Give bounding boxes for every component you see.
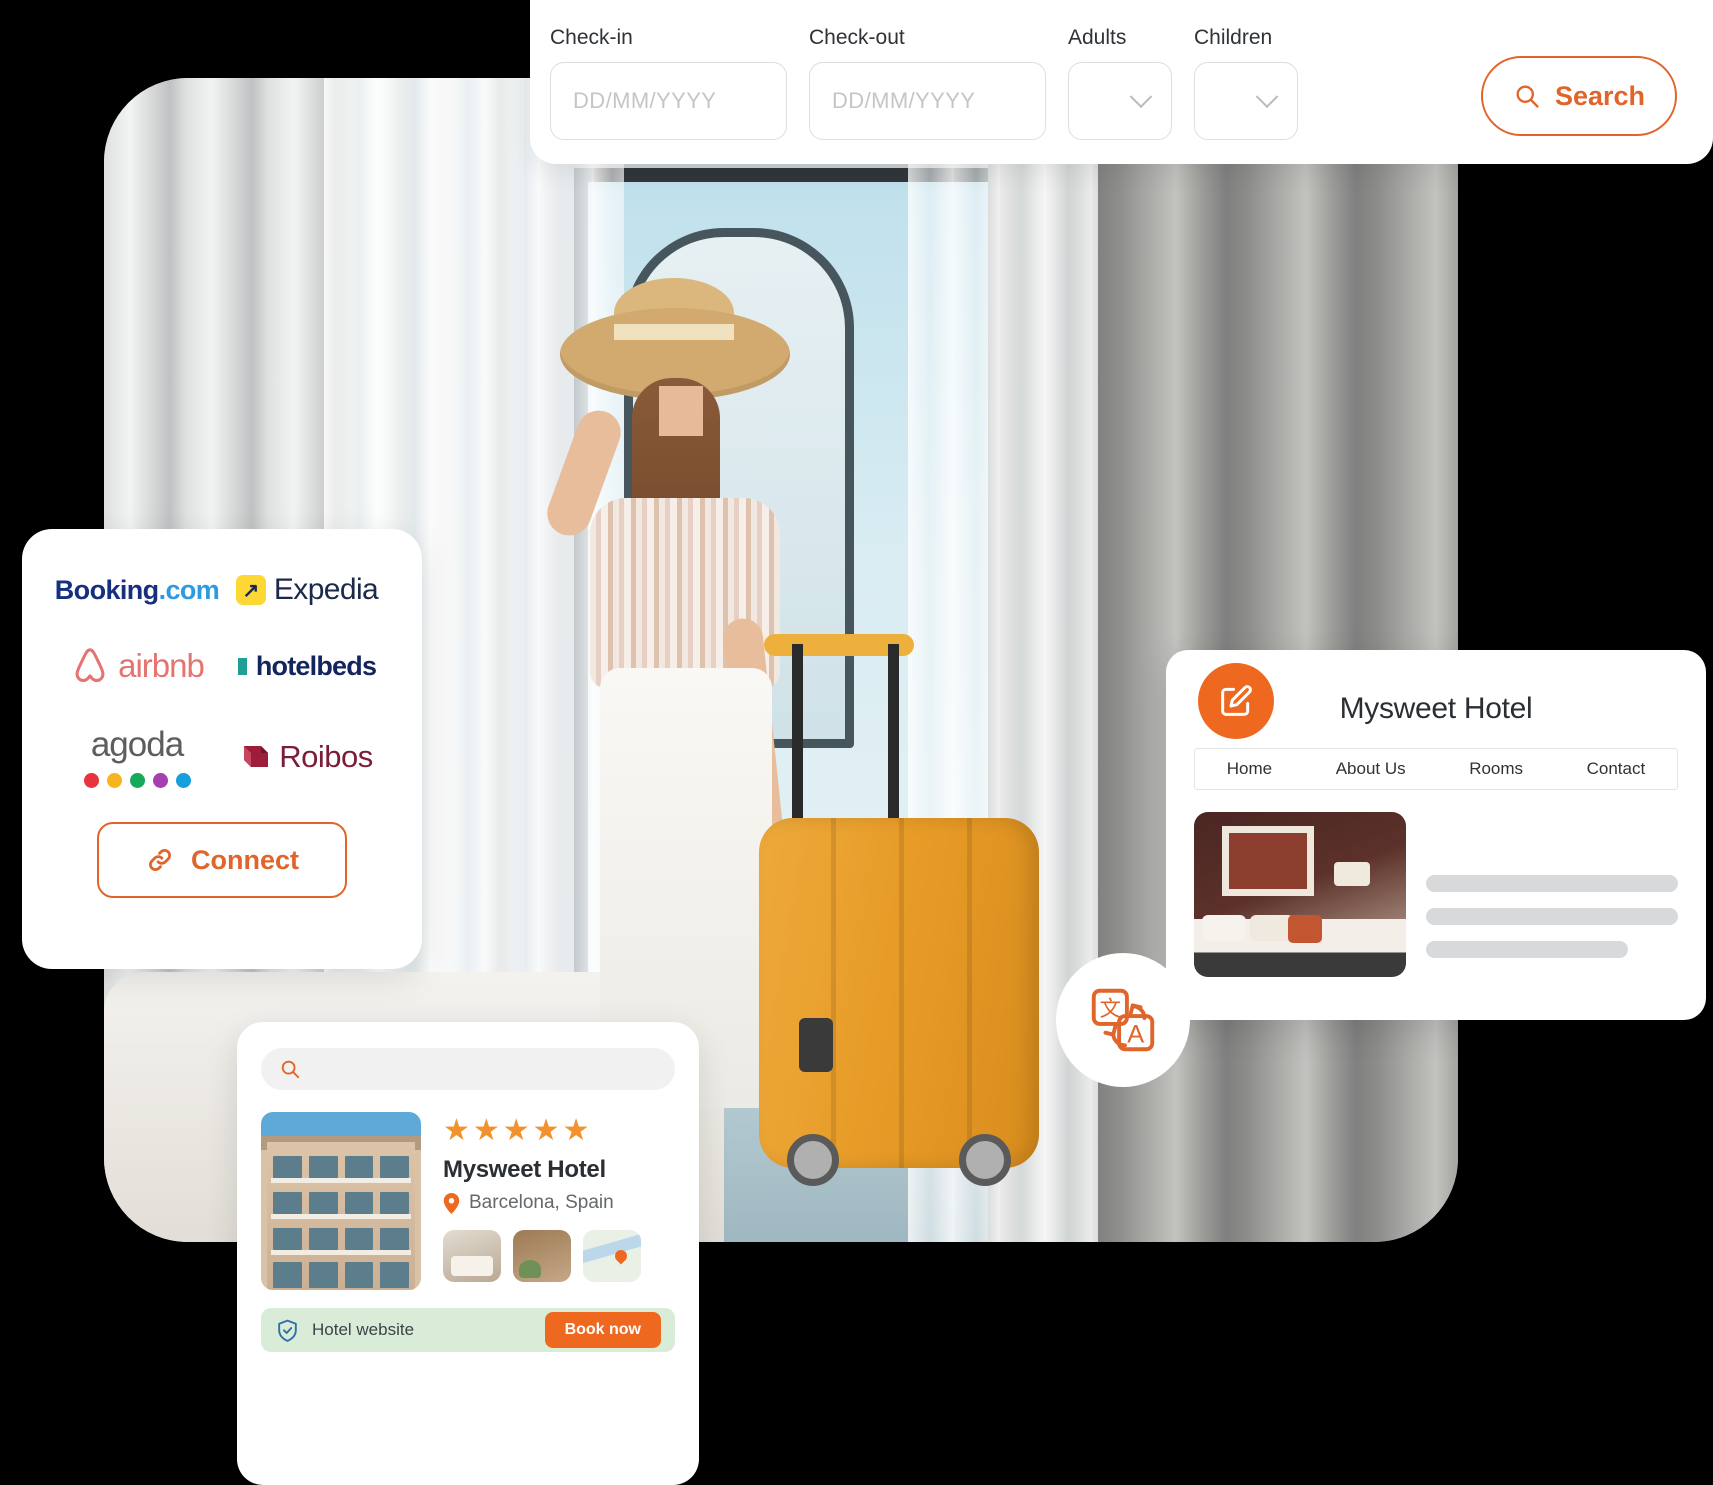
suitcase-wheel [959, 1134, 1011, 1186]
placeholder-line [1426, 908, 1678, 925]
magnifier-icon [1516, 85, 1539, 108]
search-button[interactable]: Search [1481, 56, 1677, 136]
room-thumbnail[interactable] [443, 1230, 501, 1282]
suitcase-handle-right [888, 644, 899, 834]
magnifier-icon [281, 1060, 300, 1079]
arrow-up-right-icon: ↗ [235, 575, 266, 605]
hotel-info: ★★★★★ Mysweet Hotel Barcelona, Spain [443, 1112, 675, 1290]
logo-booking-com[interactable]: Booking.com [54, 574, 220, 606]
suitcase-lock [799, 1018, 833, 1072]
chevron-down-icon [1255, 85, 1279, 109]
nav-item-home[interactable]: Home [1227, 759, 1272, 779]
connect-button[interactable]: Connect [97, 822, 347, 898]
checkout-input[interactable]: DD/MM/YYYY [809, 62, 1046, 140]
yellow-suitcase [759, 818, 1039, 1186]
placeholder-line [1426, 941, 1628, 958]
search-button-label: Search [1554, 80, 1646, 111]
checkout-field-group: Check-out DD/MM/YYYY [809, 26, 1046, 140]
website-room-image [1194, 812, 1406, 977]
logo-roibos[interactable]: Roibos [241, 739, 373, 775]
hotelbeds-logo-text: hotelbeds [255, 650, 377, 681]
ota-channels-panel: Booking.com ↗ Expedia airbnb hotelbeds a… [22, 529, 422, 969]
website-nav: Home About Us Rooms Contact [1194, 748, 1678, 790]
map-thumbnail[interactable] [583, 1230, 641, 1282]
children-select[interactable] [1194, 62, 1298, 140]
connect-button-label: Connect [191, 844, 299, 875]
link-chain-icon [149, 849, 171, 871]
cushion [1288, 915, 1322, 943]
courtyard-thumbnail[interactable] [513, 1230, 571, 1282]
svg-text:A: A [1127, 1020, 1144, 1048]
website-body [1194, 812, 1678, 977]
adults-label: Adults [1068, 26, 1127, 49]
hotel-location-text: Barcelona, Spain [469, 1192, 614, 1213]
checkin-label: Check-in [550, 26, 633, 49]
book-now-button[interactable]: Book now [544, 1312, 661, 1348]
airbnb-logo-text: airbnb [118, 647, 205, 684]
booking-logo-part1: Booking [54, 574, 159, 605]
logo-agoda[interactable]: agoda [83, 725, 191, 788]
booking-bar: Hotel website Book now [261, 1308, 675, 1352]
translate-icon: 文 A [1091, 988, 1155, 1052]
pillow [1202, 915, 1246, 941]
ota-logo-grid: Booking.com ↗ Expedia airbnb hotelbeds a… [52, 573, 392, 788]
logo-expedia[interactable]: ↗ Expedia [235, 573, 379, 607]
neck [659, 386, 703, 436]
chevron-down-icon [1129, 85, 1153, 109]
result-search-input[interactable] [261, 1048, 675, 1090]
booking-search-bar: Check-in DD/MM/YYYY Check-out DD/MM/YYYY… [530, 0, 1713, 164]
nav-item-contact[interactable]: Contact [1587, 759, 1646, 779]
screenshot-root: Check-in DD/MM/YYYY Check-out DD/MM/YYYY… [0, 0, 1713, 1485]
children-label: Children [1194, 26, 1273, 49]
logo-airbnb[interactable]: airbnb [70, 645, 205, 687]
roibos-mark-icon [244, 745, 269, 767]
hotel-name: Mysweet Hotel [443, 1156, 606, 1183]
map-pin-icon [443, 1192, 460, 1214]
hat-band [614, 324, 734, 340]
checkin-field-group: Check-in DD/MM/YYYY [550, 26, 787, 140]
agoda-dots-icon [83, 773, 191, 788]
hotel-location: Barcelona, Spain [443, 1192, 675, 1214]
checkin-input[interactable]: DD/MM/YYYY [550, 62, 787, 140]
placeholder-line [1426, 875, 1678, 892]
svg-text:文: 文 [1100, 997, 1121, 1022]
translate-button[interactable]: 文 A [1056, 953, 1190, 1087]
hotel-thumbnails [443, 1230, 675, 1282]
lamp [1334, 862, 1370, 886]
suitcase-wheel [787, 1134, 839, 1186]
nav-item-about-us[interactable]: About Us [1336, 759, 1406, 779]
booking-logo-part2: .com [158, 574, 220, 605]
hotelbeds-mark-icon [237, 657, 247, 675]
hotel-result-card: ★★★★★ Mysweet Hotel Barcelona, Spain Hot… [237, 1022, 699, 1485]
hotel-main-photo[interactable] [261, 1112, 421, 1290]
rating-stars: ★★★★★ [443, 1114, 593, 1147]
result-body: ★★★★★ Mysweet Hotel Barcelona, Spain [261, 1112, 675, 1290]
checkout-placeholder: DD/MM/YYYY [832, 88, 976, 113]
building-facade [267, 1142, 415, 1290]
agoda-logo-text: agoda [90, 725, 184, 764]
edit-website-button[interactable] [1198, 663, 1274, 739]
expedia-logo-text: Expedia [273, 573, 379, 606]
shield-check-icon [278, 1319, 297, 1342]
website-text-placeholders [1426, 812, 1678, 977]
edit-pencil-icon [1221, 685, 1252, 716]
wall-art [1222, 826, 1314, 896]
children-field-group: Children [1194, 26, 1298, 140]
checkin-placeholder: DD/MM/YYYY [573, 88, 717, 113]
nav-item-rooms[interactable]: Rooms [1469, 759, 1523, 779]
hotel-website-label: Hotel website [312, 1320, 415, 1339]
checkout-label: Check-out [809, 26, 905, 49]
suitcase-handle-left [792, 644, 803, 834]
roibos-logo-text: Roibos [279, 738, 373, 774]
adults-select[interactable] [1068, 62, 1172, 140]
logo-hotelbeds[interactable]: hotelbeds [237, 650, 377, 682]
adults-field-group: Adults [1068, 26, 1172, 140]
airbnb-belo-icon [75, 648, 105, 683]
